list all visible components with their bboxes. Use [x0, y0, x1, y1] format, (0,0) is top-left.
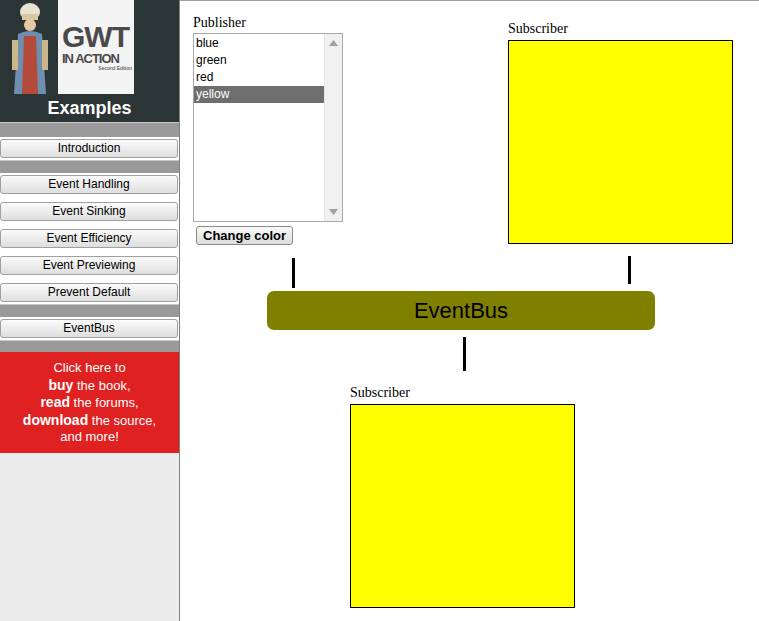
nav-group: EventBus	[0, 317, 179, 340]
promo-text: the book,	[73, 378, 130, 393]
sidebar-item[interactable]: Introduction	[0, 139, 178, 158]
page: GWTIN ACTIONSecond EditionExamplesIntrod…	[0, 0, 759, 621]
scroll-up-icon[interactable]	[329, 40, 338, 46]
sidebar-separator	[0, 304, 179, 317]
color-listbox[interactable]: bluegreenredyellow	[193, 33, 343, 222]
change-color-button[interactable]: Change color	[196, 226, 293, 245]
subscriber-box	[508, 40, 733, 244]
sidebar-header: Examples	[0, 94, 179, 122]
connector-line	[628, 256, 631, 284]
sidebar-fill	[0, 453, 179, 621]
sidebar-separator	[0, 122, 179, 137]
connector-line	[292, 258, 295, 288]
subscriber-box	[350, 404, 575, 608]
event-bus-diagram: Publisher bluegreenredyellow Change color S…	[180, 0, 759, 621]
logo-edition: Second Edition	[62, 65, 132, 72]
promo-text: Click here to	[53, 360, 125, 375]
sidebar-separator	[0, 340, 179, 352]
sidebar-item[interactable]: Event Sinking	[0, 202, 178, 221]
listbox-option[interactable]: yellow	[194, 86, 324, 103]
publisher-label: Publisher	[193, 14, 246, 31]
promo-text: download	[23, 412, 88, 428]
promo-banner[interactable]: Click here to buy the book,read the forum…	[0, 352, 179, 453]
promo-line: buy the book,	[4, 377, 175, 395]
subscriber-label: Subscriber	[350, 384, 410, 401]
book-cover: GWTIN ACTIONSecond Edition	[58, 0, 134, 94]
subscriber: Subscriber	[350, 384, 575, 608]
book-cover-figure-icon	[0, 0, 58, 94]
logo-subtitle: IN ACTION	[62, 52, 132, 65]
promo-line: download the source,	[4, 412, 175, 430]
subscriber: Subscriber	[508, 20, 733, 244]
scrollbar[interactable]	[324, 34, 342, 221]
sidebar-item[interactable]: Event Handling	[0, 175, 178, 194]
sidebar-item[interactable]: EventBus	[0, 319, 178, 338]
promo-text: buy	[49, 377, 74, 393]
promo-text: the source,	[88, 413, 156, 428]
sidebar: GWTIN ACTIONSecond EditionExamplesIntrod…	[0, 0, 180, 621]
logo[interactable]: GWTIN ACTIONSecond Edition	[0, 0, 179, 94]
sidebar-item[interactable]: Event Efficiency	[0, 229, 178, 248]
subscriber-label: Subscriber	[508, 20, 568, 37]
logo-title: GWT	[62, 22, 132, 52]
sidebar-item[interactable]: Prevent Default	[0, 283, 178, 302]
promo-text: the forums,	[70, 395, 139, 410]
promo-text: and more!	[60, 429, 119, 444]
promo-line: and more!	[4, 429, 175, 446]
nav-group: Introduction	[0, 137, 179, 160]
promo-line: read the forums,	[4, 394, 175, 412]
nav-group: Event Handling Event Sinking Event Efficie…	[0, 173, 179, 304]
listbox-options: bluegreenredyellow	[194, 34, 324, 221]
listbox-option[interactable]: red	[194, 69, 324, 86]
listbox-option[interactable]: blue	[194, 35, 324, 52]
event-bus: EventBus	[267, 291, 655, 330]
publisher: Publisher bluegreenredyellow Change color	[193, 14, 343, 245]
listbox-option[interactable]: green	[194, 52, 324, 69]
promo-text: read	[40, 394, 70, 410]
promo-line: Click here to	[4, 360, 175, 377]
connector-line	[463, 337, 466, 371]
sidebar-separator	[0, 160, 179, 173]
scroll-down-icon[interactable]	[329, 209, 338, 215]
sidebar-item[interactable]: Event Previewing	[0, 256, 178, 275]
